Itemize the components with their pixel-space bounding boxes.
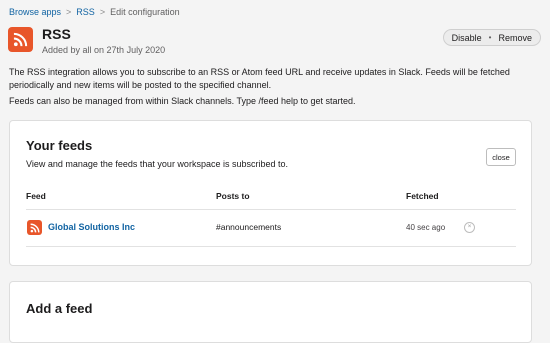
card-title: Your feeds — [26, 138, 93, 153]
rss-icon — [27, 220, 42, 235]
add-feed-title: Add a feed — [26, 301, 93, 316]
rss-icon — [8, 27, 33, 52]
close-button[interactable]: close — [486, 148, 516, 166]
app-actions: Disable • Remove — [442, 29, 541, 46]
card-subtitle: View and manage the feeds that your work… — [26, 159, 288, 169]
integration-help-text: Feeds can also be managed from within Sl… — [9, 96, 356, 106]
app-title: RSS — [42, 26, 71, 42]
feed-channel: #announcements — [216, 222, 282, 232]
your-feeds-card: Your feeds View and manage the feeds tha… — [9, 120, 532, 266]
remove-feed-icon[interactable]: × — [464, 222, 475, 233]
column-header-feed: Feed — [26, 191, 46, 201]
disable-button[interactable]: Disable — [452, 33, 482, 43]
remove-button[interactable]: Remove — [498, 33, 532, 43]
breadcrumb-current: Edit configuration — [110, 7, 180, 17]
integration-description: The RSS integration allows you to subscr… — [9, 67, 510, 90]
app-header: RSS Added by all on 27th July 2020 — [8, 27, 165, 55]
table-divider — [26, 246, 516, 247]
feed-link[interactable]: Global Solutions Inc — [48, 222, 135, 232]
breadcrumb-browse-apps[interactable]: Browse apps — [9, 7, 61, 17]
breadcrumb-separator: > — [66, 7, 72, 17]
breadcrumb-rss[interactable]: RSS — [76, 7, 95, 17]
column-header-posts-to: Posts to — [216, 191, 250, 201]
column-header-fetched: Fetched — [406, 191, 439, 201]
breadcrumb: Browse apps > RSS > Edit configuration — [9, 7, 180, 17]
app-added-by: Added by all on 27th July 2020 — [42, 45, 166, 55]
breadcrumb-separator: > — [99, 7, 106, 17]
add-feed-card: Add a feed — [9, 281, 532, 343]
feed-fetched-time: 40 sec ago — [406, 223, 446, 232]
table-divider — [26, 209, 516, 210]
action-separator: • — [488, 33, 492, 42]
